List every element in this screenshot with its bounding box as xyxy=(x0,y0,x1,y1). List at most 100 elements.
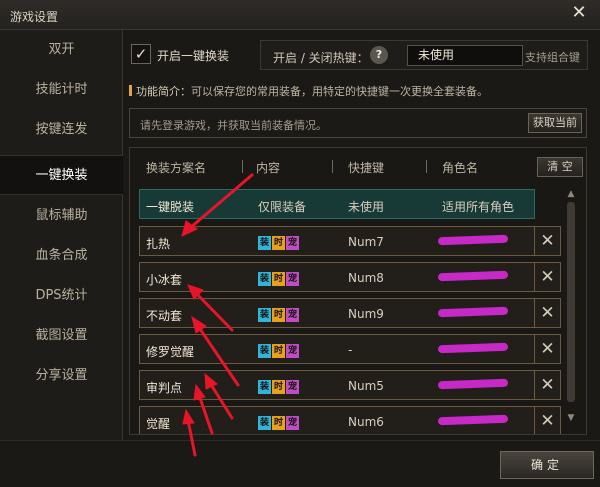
table-row[interactable]: 不动套 装时宠 Num9 xyxy=(139,298,535,328)
delete-button[interactable]: ✕ xyxy=(535,226,561,256)
tag-pet: 宠 xyxy=(286,272,299,286)
row-plan-name: 修罗觉醒 xyxy=(146,345,195,359)
table-row[interactable]: 觉醒 装时宠 Num6 xyxy=(139,406,535,434)
row-tags: 装时宠 xyxy=(258,234,300,250)
tag-equip: 装 xyxy=(258,236,271,250)
row-hotkey: 未使用 xyxy=(348,200,385,214)
ok-button[interactable]: 确定 xyxy=(500,451,594,479)
tag-pet: 宠 xyxy=(286,344,299,358)
delete-icon: ✕ xyxy=(540,231,555,251)
enable-checkbox-label: 开启一键换装 xyxy=(157,49,230,63)
table-scrollbar[interactable]: ▲ ▼ xyxy=(565,188,577,434)
main-panel: ✓ 开启一键换装 开启 / 关闭热键： ? 未使用 支持组合键 功能简介：可以保… xyxy=(123,30,600,440)
row-hotkey: Num6 xyxy=(348,415,384,429)
row-content: 仅限装备 xyxy=(258,200,307,214)
hotkey-label: 开启 / 关闭热键： xyxy=(273,51,369,65)
scroll-down-icon[interactable]: ▼ xyxy=(565,412,577,424)
clear-button[interactable]: 清 空 xyxy=(537,157,583,177)
intro-marker xyxy=(129,85,132,96)
redacted-role xyxy=(437,342,509,354)
delete-icon: ✕ xyxy=(540,303,555,323)
login-message: 请先登录游戏，并获取当前装备情况。 xyxy=(140,119,327,132)
sidebar-item-quick-equip[interactable]: 一键换装 xyxy=(0,155,123,195)
scroll-up-icon[interactable]: ▲ xyxy=(565,188,577,200)
intro-label: 功能简介： xyxy=(136,85,191,98)
sidebar: 双开 技能计时 按键连发 一键换装 鼠标辅助 血条合成 DPS统计 截图设置 分… xyxy=(0,30,123,440)
hotkey-panel: 开启 / 关闭热键： ? 未使用 支持组合键 xyxy=(260,40,588,70)
header-content: 内容 xyxy=(256,161,281,175)
delete-button[interactable]: ✕ xyxy=(535,406,561,434)
delete-icon: ✕ xyxy=(540,339,555,359)
redacted-role xyxy=(437,378,509,390)
sidebar-item-hp-bar[interactable]: 血条合成 xyxy=(0,236,123,276)
row-tags: 装时宠 xyxy=(258,378,300,394)
header-role: 角色名 xyxy=(442,161,479,175)
hotkey-support-text: 支持组合键 xyxy=(525,51,580,64)
tag-equip: 装 xyxy=(258,272,271,286)
tag-equip: 装 xyxy=(258,344,271,358)
row-plan-name: 一键脱装 xyxy=(146,200,195,214)
header-divider xyxy=(426,160,427,173)
header-hotkey: 快捷键 xyxy=(348,161,385,175)
check-icon: ✓ xyxy=(134,45,148,63)
redacted-role xyxy=(437,234,509,246)
tag-pet: 宠 xyxy=(286,236,299,250)
row-plan-name: 审判点 xyxy=(146,381,183,395)
tag-fashion: 时 xyxy=(272,344,285,358)
tag-equip: 装 xyxy=(258,416,271,430)
delete-button[interactable]: ✕ xyxy=(535,370,561,400)
row-tags: 装时宠 xyxy=(258,414,300,430)
scroll-thumb[interactable] xyxy=(567,202,575,402)
hotkey-input[interactable]: 未使用 xyxy=(407,45,523,66)
sidebar-item-share[interactable]: 分享设置 xyxy=(0,356,123,396)
sidebar-item-screenshot[interactable]: 截图设置 xyxy=(0,316,123,356)
tag-equip: 装 xyxy=(258,308,271,322)
delete-icon: ✕ xyxy=(540,411,555,431)
delete-icon: ✕ xyxy=(540,375,555,395)
tag-pet: 宠 xyxy=(286,416,299,430)
tag-fashion: 时 xyxy=(272,272,285,286)
sidebar-item-dual-open[interactable]: 双开 xyxy=(0,30,123,70)
feature-intro: 功能简介：可以保存您的常用装备，用特定的快捷键一次更换全套装备。 xyxy=(129,83,488,99)
tag-equip: 装 xyxy=(258,380,271,394)
row-tags: 装时宠 xyxy=(258,306,300,322)
sidebar-item-mouse-assist[interactable]: 鼠标辅助 xyxy=(0,196,123,236)
row-plan-name: 小冰套 xyxy=(146,273,183,287)
row-plan-name: 觉醒 xyxy=(146,417,171,431)
tag-fashion: 时 xyxy=(272,380,285,394)
table-row[interactable]: 审判点 装时宠 Num5 xyxy=(139,370,535,400)
sidebar-item-skill-timer[interactable]: 技能计时 xyxy=(0,70,123,110)
delete-button[interactable]: ✕ xyxy=(535,334,561,364)
table-header: 换装方案名 内容 快捷键 角色名 清 空 xyxy=(130,148,586,186)
close-button[interactable]: ✕ xyxy=(568,2,590,24)
delete-button[interactable]: ✕ xyxy=(535,298,561,328)
tag-fashion: 时 xyxy=(272,308,285,322)
row-tags: 装时宠 xyxy=(258,342,300,358)
tag-pet: 宠 xyxy=(286,308,299,322)
table-row[interactable]: 一键脱装 仅限装备 未使用 适用所有角色 xyxy=(139,189,535,219)
sidebar-item-key-repeat[interactable]: 按键连发 xyxy=(0,110,123,150)
table-row[interactable]: 扎热 装时宠 Num7 xyxy=(139,226,535,256)
help-icon[interactable]: ? xyxy=(370,46,388,64)
row-plan-name: 扎热 xyxy=(146,237,171,251)
tag-pet: 宠 xyxy=(286,380,299,394)
login-notice: 请先登录游戏，并获取当前装备情况。 获取当前 xyxy=(129,108,587,138)
row-hotkey: Num9 xyxy=(348,307,384,321)
title-bar: 游戏设置 ✕ xyxy=(0,0,600,30)
redacted-role xyxy=(437,270,509,282)
row-hotkey: - xyxy=(348,343,353,357)
header-divider xyxy=(332,160,333,173)
footer: 确定 xyxy=(0,440,600,487)
enable-checkbox[interactable]: ✓ xyxy=(131,44,151,64)
fetch-current-button[interactable]: 获取当前 xyxy=(528,113,582,133)
table-row[interactable]: 小冰套 装时宠 Num8 xyxy=(139,262,535,292)
table-row[interactable]: 修罗觉醒 装时宠 - xyxy=(139,334,535,364)
row-plan-name: 不动套 xyxy=(146,309,183,323)
sidebar-item-dps-stats[interactable]: DPS统计 xyxy=(0,276,123,316)
row-hotkey: Num8 xyxy=(348,271,384,285)
delete-button[interactable]: ✕ xyxy=(535,262,561,292)
equip-table: 换装方案名 内容 快捷键 角色名 清 空 一键脱装 仅限装备 未使用 适用所有角… xyxy=(129,147,587,435)
row-role: 适用所有角色 xyxy=(442,200,515,214)
tag-fashion: 时 xyxy=(272,236,285,250)
header-plan-name: 换装方案名 xyxy=(146,161,207,175)
